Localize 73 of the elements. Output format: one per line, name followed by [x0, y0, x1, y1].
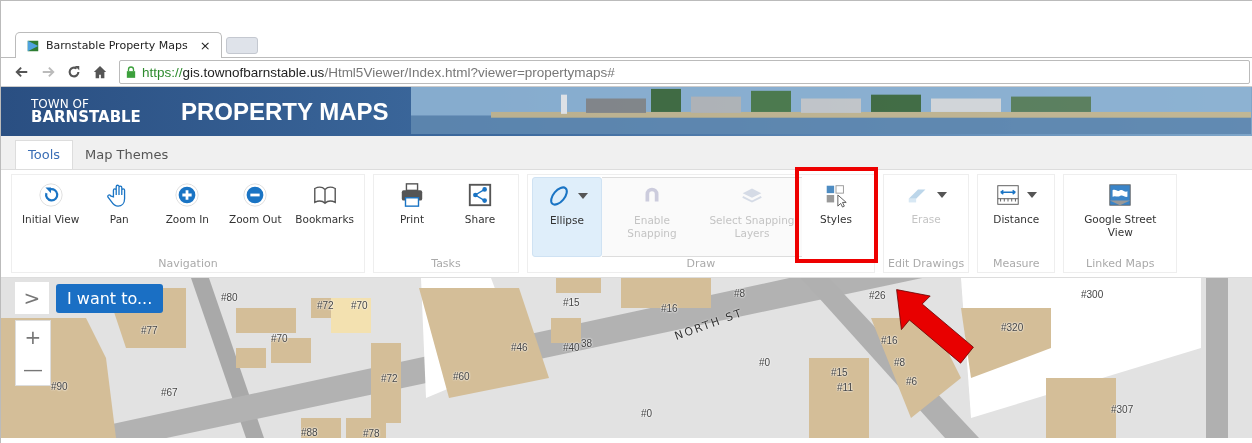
ribbon-tool-button[interactable]: Share — [446, 177, 514, 257]
ribbon-tab[interactable]: Map Themes — [73, 141, 181, 169]
town-label: TOWN OF — [31, 98, 89, 110]
expand-panel-button[interactable]: > — [15, 282, 49, 314]
address-bar[interactable]: https://gis.townofbarnstable.us/Html5Viewer/Index.html?viewer=propertymaps# — [119, 60, 1250, 84]
group-label: Measure — [992, 257, 1040, 270]
ribbon-tool-button[interactable]: Pan — [85, 177, 154, 257]
share-icon — [467, 182, 493, 208]
parcel-label: #40 — [563, 342, 580, 353]
ribbon-tool-button[interactable]: Zoom Out — [221, 177, 290, 257]
back-icon[interactable] — [15, 65, 29, 79]
parcel-label: #16 — [661, 303, 678, 314]
ribbon-tab[interactable]: Tools — [15, 140, 74, 169]
parcel-label: #6 — [906, 376, 918, 387]
zoom-in-button[interactable]: + — [16, 321, 50, 353]
ribbon-tool-button[interactable]: Google Street View — [1068, 177, 1173, 257]
reset-icon — [37, 182, 64, 208]
ribbon-tool-button[interactable]: Bookmarks — [289, 177, 360, 257]
zoom-out-button[interactable]: — — [16, 353, 50, 385]
ribbon-tool-button[interactable]: Distance — [982, 177, 1051, 257]
group-label: Tasks — [431, 257, 461, 270]
caret-icon[interactable] — [1027, 192, 1038, 198]
group-label: Edit Drawings — [888, 257, 965, 270]
parcel-label: #307 — [1111, 404, 1134, 415]
parcel-label: #300 — [1081, 289, 1104, 300]
close-tab-button[interactable]: × — [199, 38, 211, 53]
caret-icon[interactable] — [578, 193, 588, 199]
browser-tab[interactable]: Barnstable Property Maps × — [15, 32, 222, 58]
ribbon-tool-button[interactable]: Print — [378, 177, 446, 257]
ribbon-tool-button[interactable]: Styles — [802, 177, 870, 257]
app-title: PROPERTY MAPS — [181, 97, 389, 126]
ribbon-tool-button[interactable]: Ellipse — [532, 177, 602, 257]
parcel-label: #8 — [734, 288, 746, 299]
parcel-label: #15 — [831, 367, 848, 378]
parcel-label: #77 — [141, 325, 158, 336]
parcel-label: #0 — [641, 408, 653, 419]
tab-title: Barnstable Property Maps — [46, 39, 188, 52]
parcel-label: #80 — [221, 292, 238, 303]
ruler-icon — [995, 182, 1022, 208]
parcel-label: #8 — [894, 357, 906, 368]
ribbon-tool-button[interactable]: Zoom In — [153, 177, 222, 257]
ribbon-tool-button[interactable]: Initial View — [16, 177, 86, 257]
parcel-label: #67 — [161, 387, 178, 398]
parcel-label: #72 — [381, 373, 398, 384]
map-favicon-icon — [26, 38, 40, 53]
parcel-label: #60 — [453, 371, 470, 382]
group-label: Linked Maps — [1086, 257, 1155, 270]
plus-circle-icon — [174, 182, 201, 208]
group-label: Navigation — [158, 257, 218, 270]
parcel-label: #90 — [51, 381, 68, 392]
parcel-label: 38 — [581, 338, 593, 349]
lock-icon — [126, 66, 136, 78]
parcel-label: #26 — [869, 290, 886, 301]
i-want-to-button[interactable]: I want to... — [56, 284, 164, 313]
home-icon[interactable] — [93, 65, 107, 79]
printer-icon — [399, 182, 425, 208]
parcel-label: #16 — [881, 335, 898, 346]
parcel-label: #15 — [563, 297, 580, 308]
parcel-label: #78 — [363, 428, 380, 439]
parcel-label: #70 — [271, 333, 288, 344]
parcel-label: #72 — [317, 300, 334, 311]
parcel-label: #88 — [301, 427, 318, 438]
minus-circle-icon — [242, 182, 269, 208]
reload-icon[interactable] — [67, 65, 81, 79]
url-text: https://gis.townofbarnstable.us/Html5Viewer/Index.html?viewer=propertymaps# — [142, 64, 615, 80]
group-label: Draw — [686, 257, 716, 270]
street-view-icon — [1107, 182, 1134, 208]
town-name: BARNSTABLE — [31, 110, 142, 125]
parcel-label: #0 — [759, 357, 771, 368]
parcel-label: #11 — [837, 382, 853, 393]
parcel-label: #70 — [351, 300, 368, 311]
parcel-label: #46 — [511, 342, 528, 353]
parcel-label: #320 — [1001, 322, 1024, 333]
